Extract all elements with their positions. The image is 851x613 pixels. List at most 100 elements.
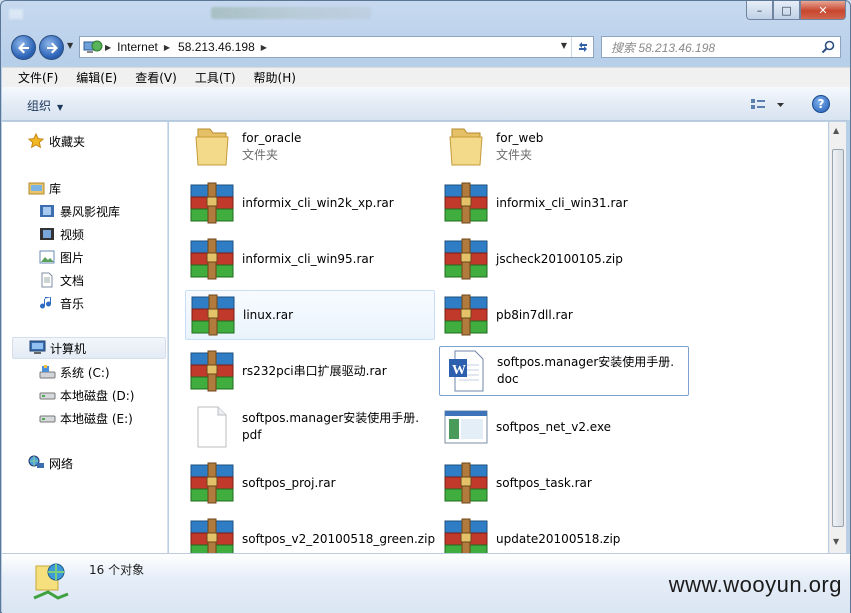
- recent-pages-dropdown[interactable]: ▼: [67, 41, 73, 50]
- file-type: 文件夹: [242, 148, 279, 162]
- file-name: for_web: [496, 131, 544, 145]
- window-icon: [9, 9, 23, 19]
- file-item[interactable]: pb8in7dll.rar: [439, 290, 689, 340]
- scroll-down-arrow-icon[interactable]: ▼: [833, 537, 839, 546]
- nav-library-music[interactable]: 音乐: [39, 292, 84, 314]
- archive-icon: [188, 459, 236, 507]
- nav-libraries[interactable]: 库: [28, 177, 61, 199]
- scrollbar-thumb[interactable]: [832, 149, 844, 527]
- file-name-extension: pdf: [242, 428, 262, 442]
- nav-network[interactable]: 网络: [28, 452, 73, 474]
- hard-disk-icon: [39, 387, 56, 403]
- nav-network-label: 网络: [49, 456, 74, 471]
- breadcrumb-chevron-icon[interactable]: ▶: [164, 43, 170, 52]
- archive-icon: [442, 459, 490, 507]
- organize-button[interactable]: 组织 ▼: [27, 97, 63, 114]
- file-item[interactable]: softpos_proj.rar: [185, 458, 435, 508]
- back-button[interactable]: [11, 35, 36, 60]
- application-icon: [442, 403, 490, 451]
- video-icon: [39, 226, 56, 242]
- breadcrumb-host[interactable]: 58.213.46.198: [178, 40, 255, 54]
- file-item[interactable]: softpos_task.rar: [439, 458, 689, 508]
- svg-text:W: W: [452, 363, 466, 378]
- archive-icon: [442, 291, 490, 339]
- network-server-icon: [30, 562, 72, 604]
- star-icon: [27, 132, 45, 149]
- breadcrumb-chevron-icon[interactable]: ▶: [261, 43, 267, 52]
- file-name: softpos_v2_20100518_green.zip: [242, 531, 436, 546]
- archive-icon: [188, 515, 236, 553]
- menu-edit[interactable]: 编辑(E): [76, 69, 117, 86]
- folder-icon: [188, 123, 236, 171]
- address-history-dropdown[interactable]: ▼: [561, 41, 567, 50]
- nav-favorites-label: 收藏夹: [49, 134, 86, 149]
- search-box[interactable]: 搜索 58.213.46.198: [601, 36, 841, 58]
- file-name: rs232pci串口扩展驱动.rar: [242, 363, 387, 378]
- vertical-scrollbar[interactable]: ▲ ▼: [829, 122, 846, 553]
- nav-drive-c[interactable]: 系统 (C:): [39, 361, 110, 383]
- menu-help[interactable]: 帮助(H): [254, 69, 296, 86]
- word-document-icon: W: [443, 347, 491, 395]
- network-location-icon: [83, 39, 103, 55]
- file-name: informix_cli_win31.rar: [496, 195, 628, 210]
- breadcrumb-internet[interactable]: Internet: [117, 40, 158, 54]
- folder-item[interactable]: for_oracle 文件夹: [185, 122, 435, 172]
- search-icon[interactable]: [821, 40, 835, 54]
- file-item[interactable]: jscheck20100105.zip: [439, 234, 689, 284]
- item-count: 16 个对象: [89, 563, 145, 577]
- chevron-down-icon: ▼: [57, 103, 64, 112]
- file-item[interactable]: informix_cli_win2k_xp.rar: [185, 178, 435, 228]
- address-bar[interactable]: ▶ Internet ▶ 58.213.46.198 ▶ ▼: [79, 36, 594, 58]
- nav-favorites[interactable]: 收藏夹: [27, 130, 86, 152]
- help-button[interactable]: ?: [812, 95, 830, 113]
- file-item[interactable]: rs232pci串口扩展驱动.rar: [185, 346, 435, 396]
- search-input[interactable]: 搜索 58.213.46.198: [611, 39, 715, 56]
- arrow-left-icon: [17, 42, 29, 53]
- nav-library-videos[interactable]: 视频: [39, 223, 84, 245]
- folder-item[interactable]: for_web 文件夹: [439, 122, 689, 172]
- file-item[interactable]: informix_cli_win31.rar: [439, 178, 689, 228]
- file-name: jscheck20100105.zip: [496, 251, 623, 266]
- menu-file[interactable]: 文件(F): [18, 69, 58, 86]
- file-name: softpos.manager安装使用手册.: [242, 411, 420, 425]
- nav-drive-e-label: 本地磁盘 (E:): [60, 411, 133, 426]
- nav-library-music-label: 音乐: [60, 296, 85, 311]
- nav-library-baofeng-label: 暴风影视库: [60, 204, 121, 219]
- menu-tools[interactable]: 工具(T): [195, 69, 236, 86]
- nav-library-baofeng[interactable]: 暴风影视库: [39, 200, 120, 222]
- nav-drive-e[interactable]: 本地磁盘 (E:): [39, 407, 133, 429]
- file-item[interactable]: softpos_net_v2.exe: [439, 402, 689, 452]
- breadcrumb: Internet ▶ 58.213.46.198 ▶: [117, 40, 275, 54]
- file-item[interactable]: Wsoftpos.manager安装使用手册. doc: [439, 346, 689, 396]
- explorer-window: – □ ✕ ▼ ▶ Internet ▶ 58.213.46.198 ▶ ▼ 搜…: [0, 0, 851, 613]
- breadcrumb-root-chevron[interactable]: ▶: [105, 43, 111, 52]
- blank-file-icon: [188, 403, 236, 451]
- menu-bar: 文件(F) 编辑(E) 查看(V) 工具(T) 帮助(H): [2, 67, 850, 87]
- file-item[interactable]: softpos_v2_20100518_green.zip: [185, 514, 435, 553]
- nav-library-pictures[interactable]: 图片: [39, 246, 84, 268]
- change-view-button[interactable]: [750, 97, 786, 113]
- nav-drive-d[interactable]: 本地磁盘 (D:): [39, 384, 134, 406]
- file-name: informix_cli_win2k_xp.rar: [242, 195, 394, 210]
- hard-disk-icon: [39, 410, 56, 426]
- menu-view[interactable]: 查看(V): [135, 69, 177, 86]
- close-button[interactable]: ✕: [800, 1, 846, 20]
- archive-icon: [188, 347, 236, 395]
- refresh-button[interactable]: [571, 37, 593, 57]
- minimize-button[interactable]: –: [746, 1, 773, 20]
- file-name: for_oracle: [242, 131, 302, 145]
- scroll-up-arrow-icon[interactable]: ▲: [833, 126, 839, 135]
- nav-library-pictures-label: 图片: [60, 250, 85, 265]
- file-item[interactable]: informix_cli_win95.rar: [185, 234, 435, 284]
- file-item[interactable]: linux.rar: [185, 290, 435, 340]
- forward-button[interactable]: [39, 35, 64, 60]
- refresh-icon: [578, 42, 587, 52]
- maximize-button[interactable]: □: [773, 1, 800, 20]
- nav-library-documents[interactable]: 文档: [39, 269, 84, 291]
- file-item[interactable]: softpos.manager安装使用手册. pdf: [185, 402, 435, 452]
- nav-computer-label: 计算机: [50, 341, 87, 356]
- archive-icon: [442, 235, 490, 283]
- file-item[interactable]: update20100518.zip: [439, 514, 689, 553]
- file-name: softpos_proj.rar: [242, 475, 336, 490]
- nav-computer[interactable]: 计算机: [12, 337, 166, 359]
